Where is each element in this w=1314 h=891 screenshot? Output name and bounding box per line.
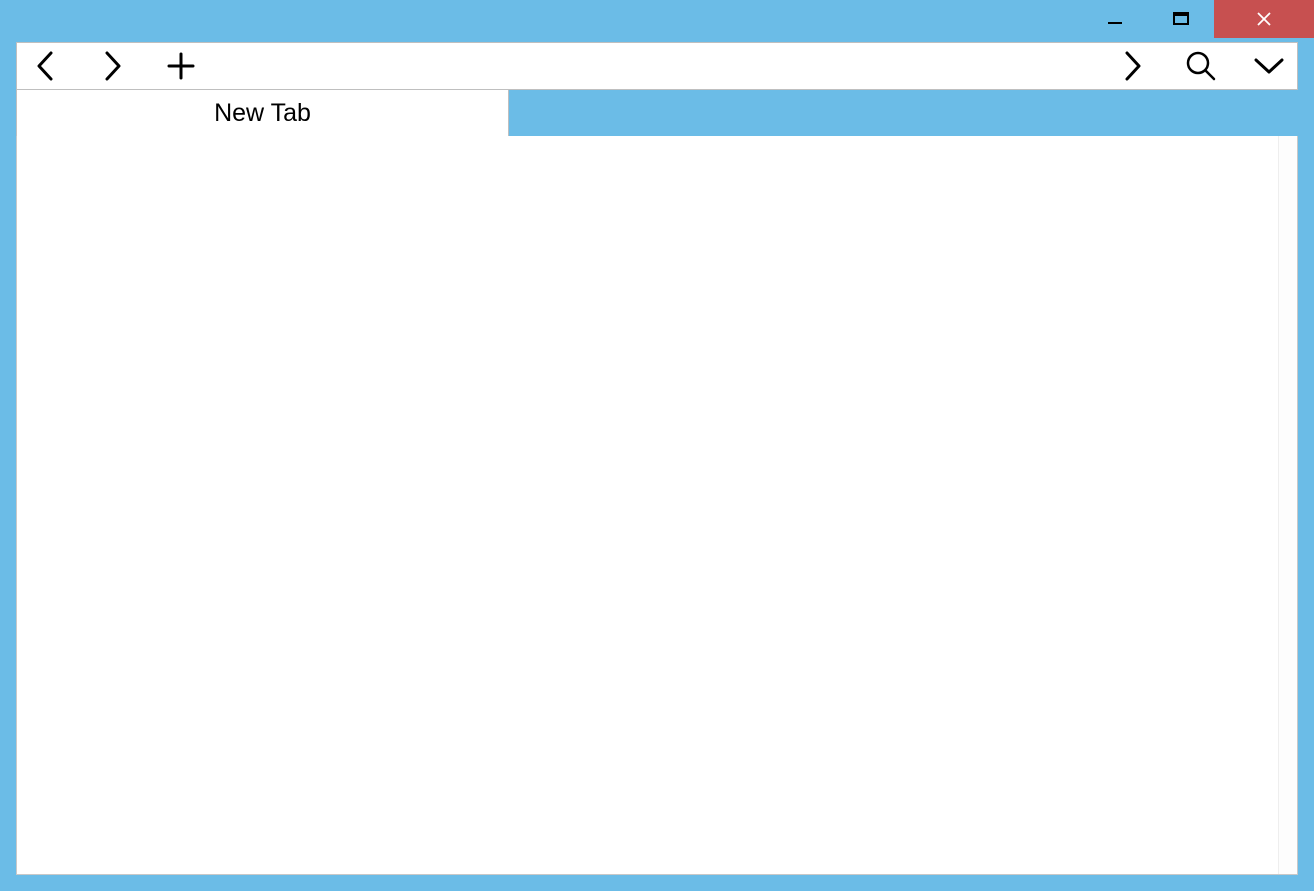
toolbar [16, 42, 1298, 90]
plus-icon [166, 51, 196, 81]
chevron-right-icon [99, 49, 127, 83]
new-tab-button[interactable] [161, 46, 201, 86]
close-button[interactable] [1214, 0, 1314, 38]
tab-strip: New Tab [16, 90, 1298, 136]
content-area [16, 136, 1298, 875]
minimize-icon [1106, 10, 1124, 28]
forward-button[interactable] [93, 46, 133, 86]
search-icon [1185, 50, 1217, 82]
close-icon [1255, 10, 1273, 28]
chevron-down-icon [1252, 54, 1286, 78]
title-bar [0, 0, 1314, 42]
go-button[interactable] [1113, 46, 1153, 86]
window-controls [1082, 0, 1314, 38]
chevron-left-icon [31, 49, 59, 83]
tab-new-tab[interactable]: New Tab [17, 90, 509, 136]
maximize-button[interactable] [1148, 0, 1214, 38]
chevron-right-icon [1119, 49, 1147, 83]
minimize-button[interactable] [1082, 0, 1148, 38]
tab-label: New Tab [214, 99, 311, 128]
menu-button[interactable] [1249, 46, 1289, 86]
back-button[interactable] [25, 46, 65, 86]
search-button[interactable] [1181, 46, 1221, 86]
maximize-icon [1172, 10, 1190, 28]
